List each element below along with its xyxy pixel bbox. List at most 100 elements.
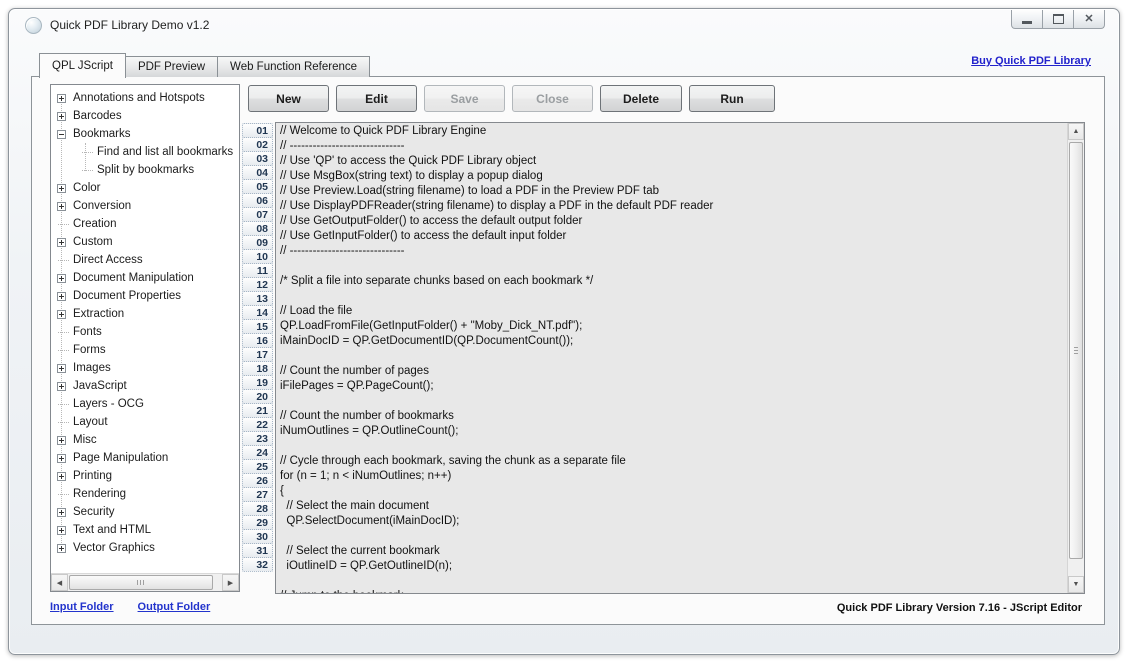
scroll-up-icon[interactable]: ▲ [1068,123,1084,140]
expand-icon[interactable] [57,292,66,301]
tree-item-printing[interactable]: Printing [51,467,239,485]
tree-item-label: Rendering [73,488,126,500]
code-line: for (n = 1; n < iNumOutlines; n++) [280,469,1066,484]
scrollbar-thumb[interactable] [69,575,213,590]
tree-item-document-manipulation[interactable]: Document Manipulation [51,269,239,287]
tree-connector [57,220,66,229]
scroll-left-icon[interactable]: ◀ [51,574,68,591]
tab-bar: QPL JScriptPDF PreviewWeb Function Refer… [39,53,370,77]
line-number: 27 [242,487,273,502]
expand-icon[interactable] [57,472,66,481]
line-number: 32 [242,557,273,572]
tree-item-barcodes[interactable]: Barcodes [51,107,239,125]
tree-item-layout[interactable]: Layout [51,413,239,431]
tree-item-creation[interactable]: Creation [51,215,239,233]
tree-item-label: Vector Graphics [73,542,155,554]
close-button[interactable]: Close [512,85,593,112]
delete-button[interactable]: Delete [600,85,682,112]
expand-icon[interactable] [57,526,66,535]
tree-item-fonts[interactable]: Fonts [51,323,239,341]
tree-item-label: Custom [73,236,113,248]
tree-item-forms[interactable]: Forms [51,341,239,359]
close-button[interactable]: ✕ [1073,10,1105,29]
tree-item-document-properties[interactable]: Document Properties [51,287,239,305]
code-line: // Cycle through each bookmark, saving t… [280,454,1066,469]
scroll-down-icon[interactable]: ▼ [1068,576,1084,593]
tree-item-extraction[interactable]: Extraction [51,305,239,323]
code-line [280,439,1066,454]
new-button[interactable]: New [248,85,329,112]
tree-item-images[interactable]: Images [51,359,239,377]
maximize-icon [1053,14,1064,24]
tree-item-misc[interactable]: Misc [51,431,239,449]
code-line: // Load the file [280,304,1066,319]
tree-item-conversion[interactable]: Conversion [51,197,239,215]
scroll-right-icon[interactable]: ▶ [222,574,239,591]
editor-vertical-scrollbar[interactable]: ▲ ▼ [1067,123,1084,593]
tree-item-annotations-and-hotspots[interactable]: Annotations and Hotspots [51,89,239,107]
tree-item-javascript[interactable]: JavaScript [51,377,239,395]
tab-qpl-jscript[interactable]: QPL JScript [39,53,126,78]
line-number: 06 [242,193,273,208]
minimize-button[interactable] [1011,10,1043,29]
tab-pdf-preview[interactable]: PDF Preview [125,56,218,77]
line-number: 20 [242,389,273,404]
line-number: 01 [242,123,273,138]
expand-icon[interactable] [57,202,66,211]
expand-icon[interactable] [57,544,66,553]
code-line: iOutlineID = QP.GetOutlineID(n); [280,559,1066,574]
code-line [280,529,1066,544]
tree-item-label: Layers - OCG [73,398,144,410]
tree-item-color[interactable]: Color [51,179,239,197]
expand-icon[interactable] [57,94,66,103]
expand-icon[interactable] [57,454,66,463]
code-editor[interactable]: // Welcome to Quick PDF Library Engine//… [275,122,1085,594]
code-line: iNumOutlines = QP.OutlineCount(); [280,424,1066,439]
expand-icon[interactable] [57,184,66,193]
tab-web-function-reference[interactable]: Web Function Reference [217,56,370,77]
edit-button[interactable]: Edit [336,85,417,112]
folder-links: Input Folder Output Folder [50,601,210,613]
input-folder-link[interactable]: Input Folder [50,601,114,613]
code-line: iFilePages = QP.PageCount(); [280,379,1066,394]
expand-icon[interactable] [57,274,66,283]
tree-item-security[interactable]: Security [51,503,239,521]
tree-item-split-by-bookmarks[interactable]: Split by bookmarks [51,161,239,179]
tree-item-vector-graphics[interactable]: Vector Graphics [51,539,239,557]
code-line [280,349,1066,364]
tree-item-find-and-list-all-bookmarks[interactable]: Find and list all bookmarks [51,143,239,161]
tree-item-label: Document Properties [73,290,181,302]
buy-quick-pdf-library-link[interactable]: Buy Quick PDF Library [971,55,1091,67]
function-tree[interactable]: Annotations and HotspotsBarcodesBookmark… [51,85,239,574]
tree-item-layers-ocg[interactable]: Layers - OCG [51,395,239,413]
tree-connector [57,328,66,337]
save-button[interactable]: Save [424,85,505,112]
expand-icon[interactable] [57,310,66,319]
run-button[interactable]: Run [689,85,775,112]
collapse-icon[interactable] [57,130,66,139]
code-line: // Select the current bookmark [280,544,1066,559]
tree-item-custom[interactable]: Custom [51,233,239,251]
tree-item-label: JavaScript [73,380,127,392]
tree-horizontal-scrollbar[interactable]: ◀ ▶ [51,573,239,591]
expand-icon[interactable] [57,382,66,391]
output-folder-link[interactable]: Output Folder [138,601,211,613]
tree-item-page-manipulation[interactable]: Page Manipulation [51,449,239,467]
tree-item-label: Color [73,182,100,194]
code-line: // Select the main document [280,499,1066,514]
tree-item-rendering[interactable]: Rendering [51,485,239,503]
expand-icon[interactable] [57,238,66,247]
maximize-button[interactable] [1042,10,1074,29]
scrollbar-thumb[interactable] [1069,142,1083,559]
tree-item-text-and-html[interactable]: Text and HTML [51,521,239,539]
code-line: iMainDocID = QP.GetDocumentID(QP.Documen… [280,334,1066,349]
tree-item-direct-access[interactable]: Direct Access [51,251,239,269]
version-status-text: Quick PDF Library Version 7.16 - JScript… [837,602,1082,614]
titlebar: Quick PDF Library Demo v1.2 [9,9,1119,41]
expand-icon[interactable] [57,436,66,445]
tree-item-bookmarks[interactable]: Bookmarks [51,125,239,143]
expand-icon[interactable] [57,508,66,517]
expand-icon[interactable] [57,112,66,121]
expand-icon[interactable] [57,364,66,373]
tree-item-label: Page Manipulation [73,452,168,464]
